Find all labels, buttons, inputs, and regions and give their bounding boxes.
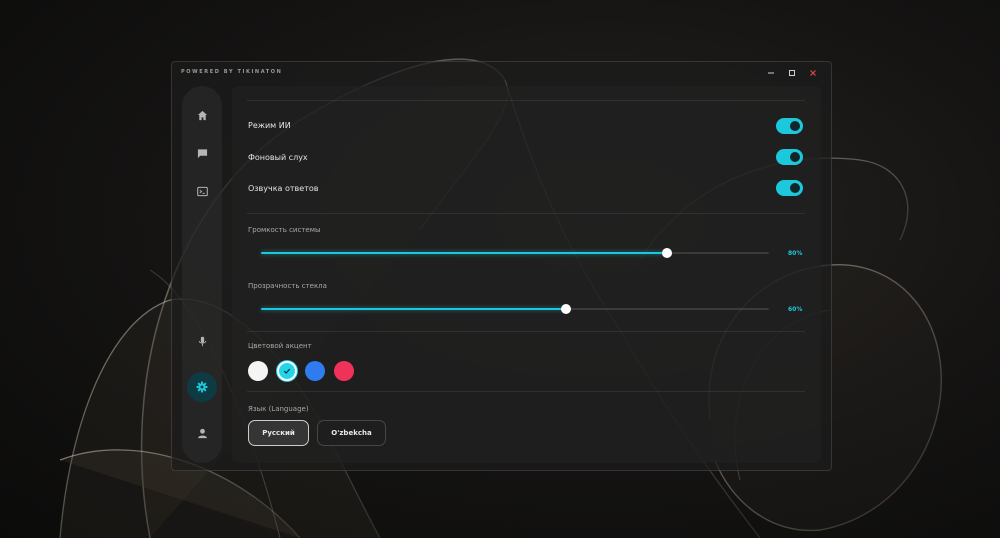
sidebar-item-terminal[interactable] — [187, 176, 217, 206]
minimize-icon[interactable] — [764, 66, 778, 80]
sidebar-item-profile[interactable] — [187, 418, 217, 448]
volume-value: 80% — [788, 250, 803, 257]
microphone-icon — [198, 336, 206, 346]
volume-slider[interactable] — [261, 248, 769, 258]
chat-icon — [197, 148, 207, 158]
app-title: POWERED BY TIKINATON — [181, 69, 283, 75]
volume-slider-fill — [261, 252, 668, 254]
close-icon[interactable] — [806, 66, 820, 80]
accent-swatch-cyan[interactable] — [277, 361, 297, 381]
toggle-label-background-listening: Фоновый слух — [248, 153, 308, 162]
divider — [247, 391, 805, 392]
toggle-ai-mode[interactable] — [776, 118, 803, 134]
sidebar-nav — [182, 86, 222, 463]
transparency-slider[interactable] — [261, 304, 769, 314]
transparency-slider-thumb[interactable] — [560, 304, 571, 314]
toggle-label-ai-mode: Режим ИИ — [248, 121, 291, 130]
divider — [247, 213, 805, 214]
toggle-background-listening[interactable] — [776, 149, 803, 165]
language-label: Язык (Language) — [248, 405, 309, 413]
transparency-value: 60% — [788, 306, 803, 313]
accent-swatch-white[interactable] — [248, 361, 268, 381]
accent-label: Цветовой акцент — [248, 342, 312, 350]
gear-icon — [196, 381, 208, 393]
accent-swatch-blue[interactable] — [305, 361, 325, 381]
sidebar-item-chat[interactable] — [187, 138, 217, 168]
language-button-russian[interactable]: Русский — [248, 420, 309, 446]
language-button-uzbek[interactable]: O'zbekcha — [317, 420, 386, 446]
user-icon — [197, 428, 207, 438]
title-bar[interactable]: POWERED BY TIKINATON — [172, 62, 831, 84]
toggle-label-voice-responses: Озвучка ответов — [248, 184, 319, 193]
settings-window: POWERED BY TIKINATON Режим ИИ Фоновый сл… — [171, 61, 832, 471]
sidebar-item-settings[interactable] — [187, 372, 217, 402]
divider — [247, 331, 805, 332]
home-icon — [197, 110, 207, 120]
terminal-icon — [196, 186, 208, 196]
transparency-slider-fill — [261, 308, 566, 310]
accent-swatch-red[interactable] — [334, 361, 354, 381]
volume-label: Громкость системы — [248, 226, 321, 234]
sidebar-item-microphone[interactable] — [187, 326, 217, 356]
check-icon — [279, 363, 295, 379]
divider — [247, 100, 805, 101]
transparency-label: Прозрачность стекла — [248, 282, 327, 290]
maximize-icon[interactable] — [785, 66, 799, 80]
volume-slider-thumb[interactable] — [662, 248, 673, 258]
toggle-voice-responses[interactable] — [776, 180, 803, 196]
settings-panel: Режим ИИ Фоновый слух Озвучка ответов Гр… — [232, 86, 821, 463]
sidebar-item-home[interactable] — [187, 100, 217, 130]
